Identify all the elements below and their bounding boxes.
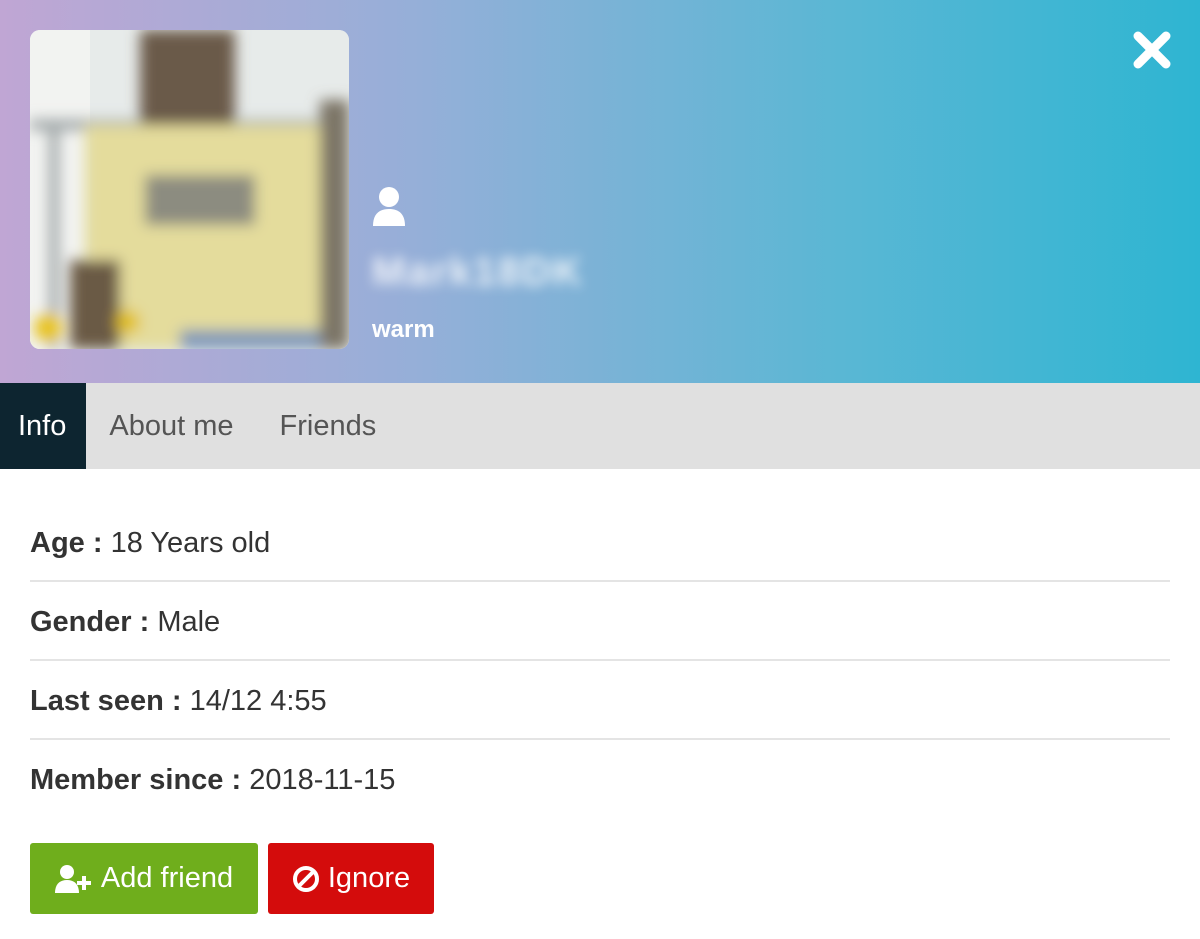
ignore-button[interactable]: Ignore [268, 843, 434, 914]
profile-modal: Mark18DK warm Info About me Friends Age … [0, 0, 1200, 939]
info-label: Gender : [30, 606, 150, 638]
info-label: Age : [30, 527, 103, 559]
info-value: 18 Years old [110, 527, 271, 559]
info-value: 14/12 4:55 [189, 685, 327, 717]
info-row-member-since: Member since : 2018-11-15 [30, 740, 1170, 819]
info-row-age: Age : 18 Years old [30, 503, 1170, 582]
action-buttons: Add friend Ignore [30, 843, 434, 914]
info-list: Age : 18 Years old Gender : Male Last se… [30, 503, 1170, 819]
info-value: 2018-11-15 [249, 764, 396, 796]
close-icon[interactable] [1130, 28, 1174, 72]
tab-bar: Info About me Friends [0, 383, 1200, 469]
user-icon [373, 187, 405, 226]
tab-info[interactable]: Info [0, 383, 87, 469]
info-label: Member since : [30, 764, 242, 796]
ignore-label: Ignore [327, 862, 411, 894]
tab-friends[interactable]: Friends [257, 383, 400, 469]
user-plus-icon [54, 864, 91, 893]
info-row-gender: Gender : Male [30, 582, 1170, 661]
tab-about-me[interactable]: About me [86, 383, 256, 469]
profile-photo [30, 30, 349, 349]
username: Mark18DK [372, 250, 584, 294]
profile-header: Mark18DK warm [0, 0, 1200, 383]
info-value: Male [157, 606, 221, 638]
info-label: Last seen : [30, 685, 182, 717]
mood-status: warm [372, 316, 435, 343]
ban-icon [292, 865, 319, 892]
add-friend-button[interactable]: Add friend [30, 843, 258, 914]
add-friend-label: Add friend [100, 862, 234, 894]
info-row-last-seen: Last seen : 14/12 4:55 [30, 661, 1170, 740]
